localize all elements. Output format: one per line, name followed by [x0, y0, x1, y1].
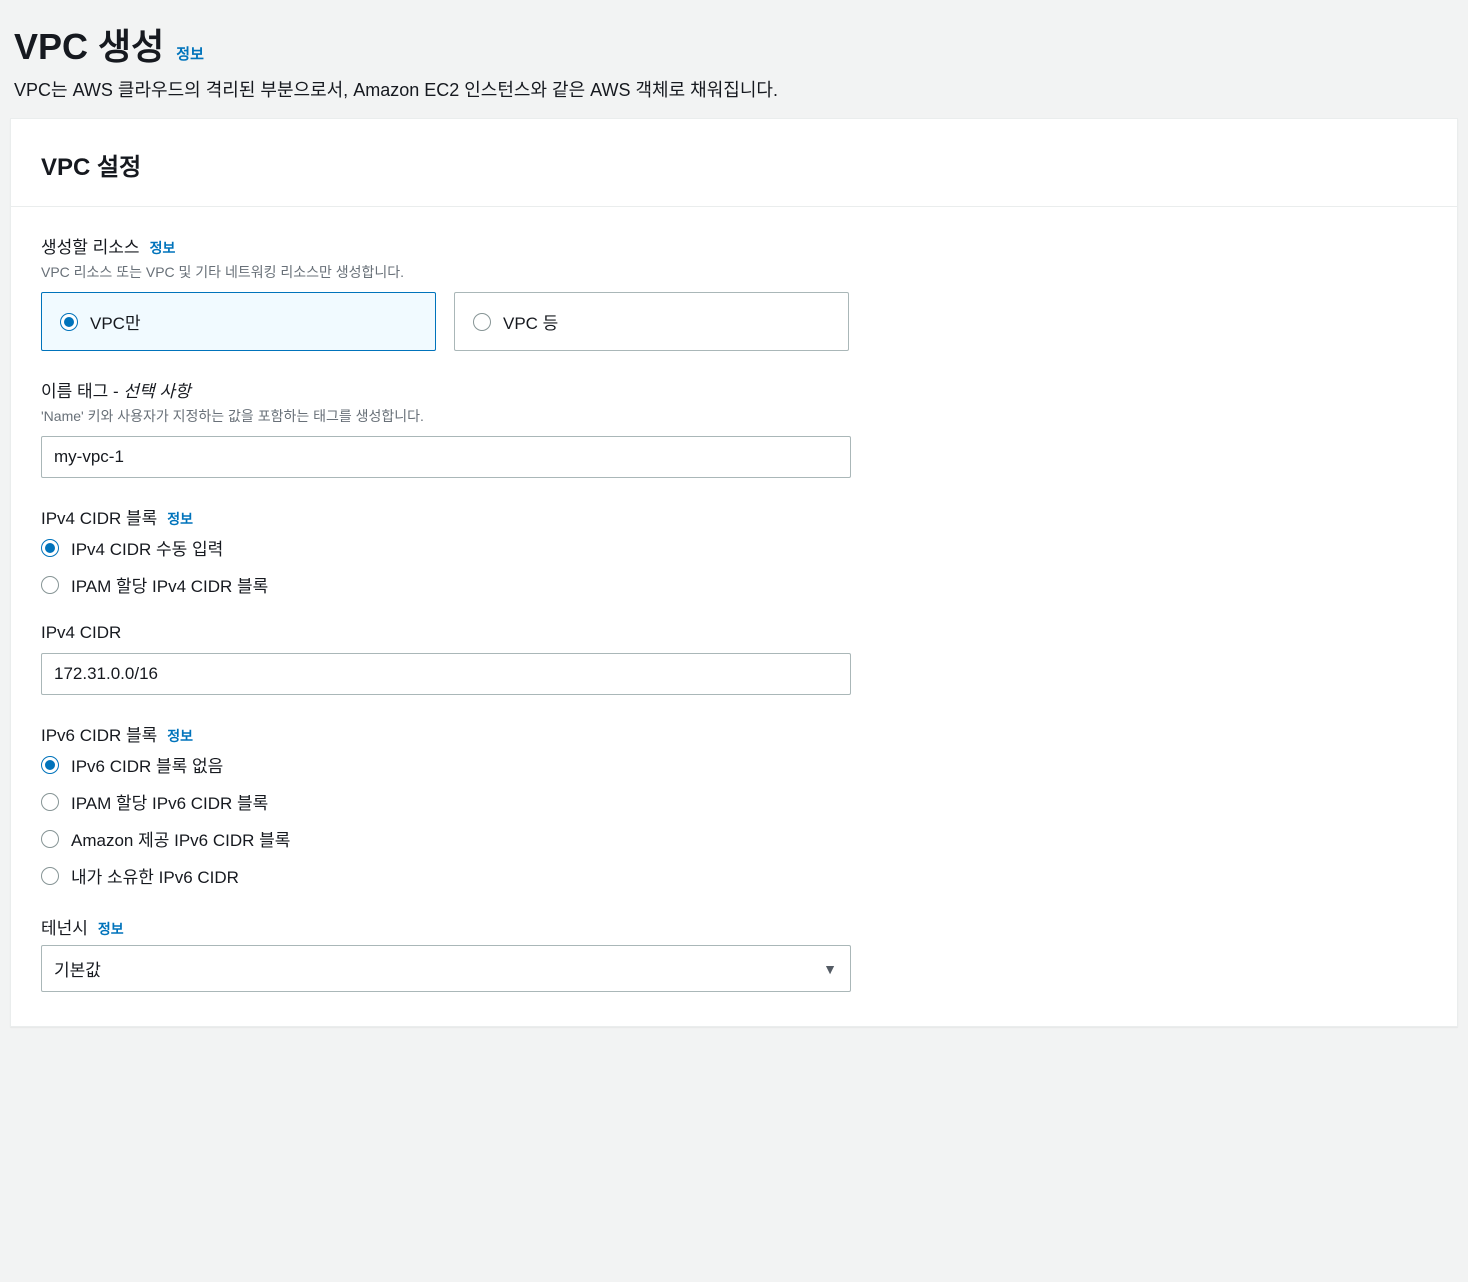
- panel-title: VPC 설정: [41, 147, 1427, 182]
- resources-desc: VPC 리소스 또는 VPC 및 기타 네트워킹 리소스만 생성합니다.: [41, 262, 1427, 282]
- tenancy-info-link[interactable]: 정보: [98, 919, 124, 939]
- field-resources: 생성할 리소스 정보 VPC 리소스 또는 VPC 및 기타 네트워킹 리소스만…: [41, 233, 1427, 351]
- name-tag-label-optional: 선택 사항: [123, 382, 190, 401]
- name-tag-label-prefix: 이름 태그 -: [41, 382, 123, 401]
- ipv4-manual-option[interactable]: IPv4 CIDR 수동 입력: [41, 535, 1427, 560]
- tenancy-select[interactable]: 기본값: [41, 945, 851, 992]
- radio-icon: [473, 313, 491, 331]
- resources-info-link[interactable]: 정보: [150, 238, 176, 258]
- ipv6-aws-label: Amazon 제공 IPv6 CIDR 블록: [71, 826, 290, 851]
- field-tenancy: 테넌시 정보 기본값 ▼: [41, 914, 1427, 992]
- ipv4-block-label: IPv4 CIDR 블록: [41, 504, 157, 529]
- ipv6-block-radio-list: IPv6 CIDR 블록 없음 IPAM 할당 IPv6 CIDR 블록 Ama…: [41, 752, 1427, 888]
- ipv6-block-info-link[interactable]: 정보: [167, 726, 193, 746]
- field-ipv4-block: IPv4 CIDR 블록 정보 IPv4 CIDR 수동 입력 IPAM 할당 …: [41, 504, 1427, 597]
- radio-icon: [41, 576, 59, 594]
- ipv4-block-info-link[interactable]: 정보: [167, 509, 193, 529]
- tile-vpc-only-label: VPC만: [90, 309, 141, 334]
- radio-icon: [41, 867, 59, 885]
- ipv6-aws-option[interactable]: Amazon 제공 IPv6 CIDR 블록: [41, 826, 1427, 851]
- field-name-tag: 이름 태그 - 선택 사항 'Name' 키와 사용자가 지정하는 값을 포함하…: [41, 377, 1427, 478]
- tile-vpc-etc-label: VPC 등: [503, 309, 558, 334]
- ipv6-own-label: 내가 소유한 IPv6 CIDR: [71, 863, 239, 888]
- resources-tile-group: VPC만 VPC 등: [41, 292, 1427, 351]
- page-header: VPC 생성 정보 VPC는 AWS 클라우드의 격리된 부분으로서, Amaz…: [10, 10, 1458, 118]
- panel-body: 생성할 리소스 정보 VPC 리소스 또는 VPC 및 기타 네트워킹 리소스만…: [11, 207, 1457, 1026]
- settings-panel: VPC 설정 생성할 리소스 정보 VPC 리소스 또는 VPC 및 기타 네트…: [10, 118, 1458, 1027]
- name-tag-desc: 'Name' 키와 사용자가 지정하는 값을 포함하는 태그를 생성합니다.: [41, 406, 1427, 426]
- page-title: VPC 생성: [14, 18, 164, 70]
- tenancy-label: 테넌시: [41, 914, 88, 939]
- tile-vpc-only[interactable]: VPC만: [41, 292, 436, 351]
- name-tag-input[interactable]: [41, 436, 851, 478]
- resources-label: 생성할 리소스: [41, 233, 140, 258]
- radio-icon: [41, 539, 59, 557]
- radio-icon: [41, 830, 59, 848]
- ipv6-own-option[interactable]: 내가 소유한 IPv6 CIDR: [41, 863, 1427, 888]
- field-ipv6-block: IPv6 CIDR 블록 정보 IPv6 CIDR 블록 없음 IPAM 할당 …: [41, 721, 1427, 888]
- ipv6-ipam-label: IPAM 할당 IPv6 CIDR 블록: [71, 789, 268, 814]
- radio-icon: [60, 313, 78, 331]
- page-description: VPC는 AWS 클라우드의 격리된 부분으로서, Amazon EC2 인스턴…: [14, 76, 1454, 102]
- ipv6-block-label: IPv6 CIDR 블록: [41, 721, 157, 746]
- tile-vpc-etc[interactable]: VPC 등: [454, 292, 849, 351]
- radio-icon: [41, 793, 59, 811]
- panel-header: VPC 설정: [11, 119, 1457, 207]
- ipv4-block-radio-list: IPv4 CIDR 수동 입력 IPAM 할당 IPv4 CIDR 블록: [41, 535, 1427, 597]
- radio-icon: [41, 756, 59, 774]
- ipv4-ipam-label: IPAM 할당 IPv4 CIDR 블록: [71, 572, 268, 597]
- ipv4-ipam-option[interactable]: IPAM 할당 IPv4 CIDR 블록: [41, 572, 1427, 597]
- ipv4-cidr-label: IPv4 CIDR: [41, 623, 121, 643]
- ipv6-none-label: IPv6 CIDR 블록 없음: [71, 752, 223, 777]
- ipv6-ipam-option[interactable]: IPAM 할당 IPv6 CIDR 블록: [41, 789, 1427, 814]
- ipv4-manual-label: IPv4 CIDR 수동 입력: [71, 535, 223, 560]
- tenancy-select-wrap: 기본값 ▼: [41, 945, 851, 992]
- page-info-link[interactable]: 정보: [176, 43, 204, 64]
- field-ipv4-cidr: IPv4 CIDR: [41, 623, 1427, 695]
- ipv6-none-option[interactable]: IPv6 CIDR 블록 없음: [41, 752, 1427, 777]
- name-tag-label: 이름 태그 - 선택 사항: [41, 377, 191, 402]
- ipv4-cidr-input[interactable]: [41, 653, 851, 695]
